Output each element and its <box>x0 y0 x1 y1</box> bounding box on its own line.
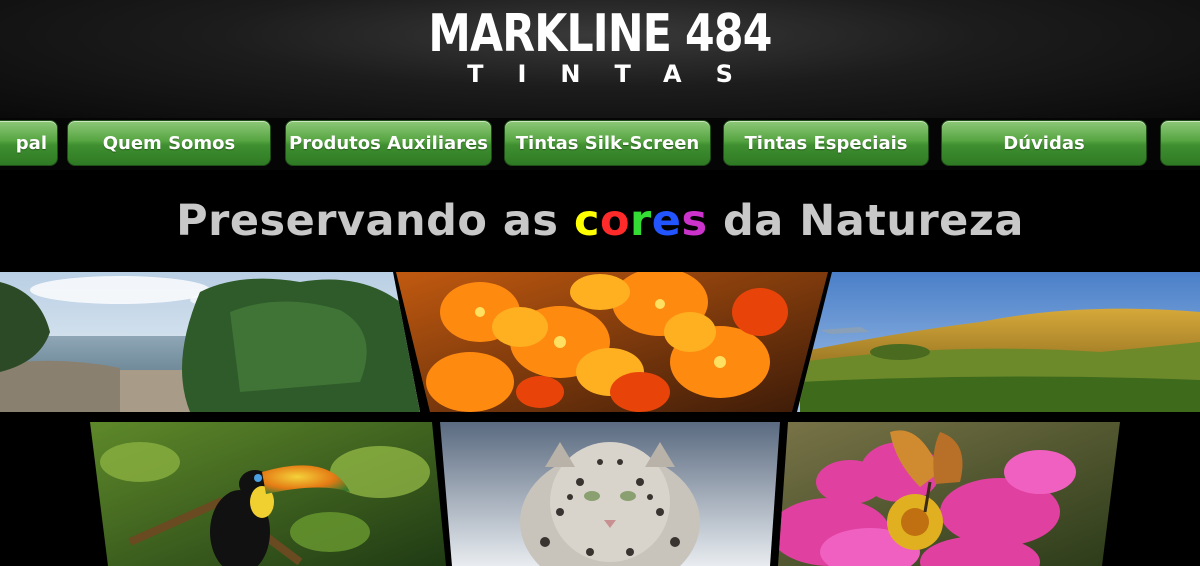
nav-item-quem-somos[interactable]: Quem Somos <box>67 120 271 166</box>
nav-item-tintas-especiais[interactable]: Tintas Especiais <box>723 120 929 166</box>
tagline-letter: o <box>600 196 631 246</box>
nav-item-tintas-silk-screen[interactable]: Tintas Silk-Screen <box>504 120 711 166</box>
brand-logo[interactable]: MARKLINE 484 <box>108 4 1092 64</box>
photo-orange-flowers[interactable] <box>390 272 830 412</box>
tagline-letter: s <box>681 196 708 246</box>
tagline-before: Preservando as <box>176 196 574 246</box>
tagline-letter: e <box>651 196 682 246</box>
photo-coastal-trees[interactable] <box>0 272 430 412</box>
photo-gallery <box>0 272 1200 566</box>
photo-toucan[interactable] <box>80 422 450 566</box>
nav-item-duvidas[interactable]: Dúvidas <box>941 120 1147 166</box>
main-nav: pal Quem Somos Produtos Auxiliares Tinta… <box>0 118 1200 170</box>
nav-item-principal[interactable]: pal <box>0 120 58 166</box>
tagline-letter: r <box>630 196 652 246</box>
brand-subtitle: TINTAS <box>467 60 767 88</box>
tagline-letter: c <box>574 196 600 246</box>
page-tagline: Preservando as cores da Natureza <box>0 196 1200 246</box>
photo-golden-dunes[interactable] <box>790 272 1200 412</box>
site-header: MARKLINE 484 TINTAS <box>0 0 1200 118</box>
tagline-after: da Natureza <box>707 196 1024 246</box>
nav-item-next[interactable] <box>1160 120 1200 166</box>
gallery-collage <box>0 272 1200 566</box>
photo-snow-leopard[interactable] <box>440 422 780 566</box>
tagline-highlight: cores <box>574 196 708 246</box>
photo-pink-flower-butterfly[interactable] <box>770 422 1130 566</box>
nav-item-produtos-auxiliares[interactable]: Produtos Auxiliares <box>285 120 492 166</box>
